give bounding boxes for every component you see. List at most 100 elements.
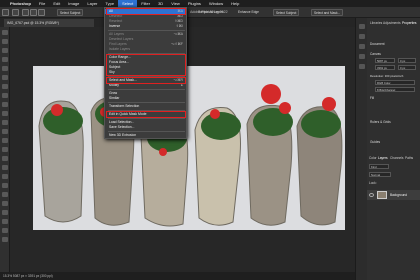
tool-button[interactable] (2, 120, 8, 125)
tool-button[interactable] (2, 210, 8, 215)
select-menu-dropdown: All ⌘A Deselect ⌘D Reselect ⇧⌘D Inverse ⇧⌘I All … (104, 7, 187, 139)
menu-3d[interactable]: 3D (154, 0, 167, 7)
visibility-eye-icon[interactable] (369, 193, 374, 197)
tool-button[interactable] (2, 111, 8, 116)
menu-item-inverse[interactable]: Inverse ⇧⌘I (109, 24, 185, 29)
menu-layer[interactable]: Layer (83, 0, 101, 7)
menu-item-label: All Layers (109, 32, 124, 36)
layer-thumbnail (377, 191, 387, 199)
menu-item-transform-selection[interactable]: Transform Selection (109, 104, 185, 109)
tool-button[interactable] (2, 156, 8, 161)
menu-item-save-selection[interactable]: Save Selection... (109, 125, 185, 130)
tool-button[interactable] (2, 192, 8, 197)
menu-image[interactable]: Image (64, 0, 83, 7)
layer-name: Background (390, 193, 408, 197)
tool-button[interactable] (2, 57, 8, 62)
menu-item-label: Load Selection... (109, 120, 135, 124)
menu-item-label: Similar (109, 96, 120, 100)
menu-separator (108, 30, 185, 31)
tab-adjustments[interactable]: Adjustments (383, 21, 401, 25)
tab-channels[interactable]: Channels (390, 156, 403, 160)
blend-mode-select[interactable]: Normal (369, 172, 391, 177)
menu-plugins[interactable]: Plugins (184, 0, 205, 7)
menu-item-label: Transform Selection (109, 104, 140, 108)
guides-label[interactable]: Guides (367, 140, 420, 144)
panel-strip-icon[interactable] (359, 24, 365, 29)
tool-button[interactable] (2, 102, 8, 107)
fill-label: Fill (370, 96, 375, 100)
height-field[interactable]: 3391 px (375, 65, 395, 70)
tool-button[interactable] (2, 39, 8, 44)
tab-properties[interactable]: Properties (402, 21, 417, 25)
canvas-section-label: Canvas (370, 52, 381, 56)
menu-item-similar[interactable]: Similar (109, 96, 185, 101)
document-label: Document (370, 42, 385, 46)
menu-edit[interactable]: Edit (49, 0, 64, 7)
document-tab[interactable]: IMG_6767.psd @ 15.3% (RGB/8*) (4, 19, 94, 27)
panel-strip-icon[interactable] (359, 54, 365, 59)
tool-button[interactable] (2, 201, 8, 206)
lock-label: Lock: (369, 181, 377, 185)
tool-button[interactable] (2, 30, 8, 35)
rulers-grids-label[interactable]: Rulers & Grids (367, 120, 420, 124)
y-field[interactable]: 0 px (398, 65, 416, 70)
menu-item-label: Find Layers (109, 42, 127, 46)
menu-help[interactable]: Help (227, 0, 243, 7)
tab-color[interactable]: Color (369, 156, 377, 160)
tool-button[interactable] (2, 66, 8, 71)
tool-button[interactable] (2, 165, 8, 170)
mode-select[interactable]: RGB Color (375, 80, 415, 85)
new-selection-icon[interactable] (22, 9, 29, 16)
menu-select[interactable]: Select (118, 0, 138, 7)
tab-libraries[interactable]: Libraries (370, 21, 382, 25)
menu-item-label: Grow (109, 91, 118, 95)
annotation-highlight-box (106, 54, 186, 76)
subtract-selection-icon[interactable] (38, 9, 45, 16)
status-bar: 15.3% 5087 px × 3391 px (300 ppi) (0, 272, 355, 280)
width-field[interactable]: 5087 px (375, 58, 395, 63)
select-subject-button[interactable]: Select Subject (273, 9, 300, 16)
panel-strip-icon[interactable] (359, 44, 365, 49)
resolution-label: Resolution: 300 pixels/inch (370, 74, 404, 78)
tab-layers[interactable]: Layers (378, 156, 388, 160)
quick-selection-tool-icon[interactable] (12, 9, 19, 16)
menu-separator (108, 102, 185, 103)
panel-strip-icon[interactable] (359, 34, 365, 39)
tool-button[interactable] (2, 138, 8, 143)
menu-filter[interactable]: Filter (137, 0, 154, 7)
tool-button[interactable] (2, 147, 8, 152)
menu-type[interactable]: Type (101, 0, 118, 7)
select-and-mask-button[interactable]: Select and Mask... (311, 9, 344, 16)
menu-app-name[interactable]: Photoshop (6, 0, 35, 7)
tool-button[interactable] (2, 237, 8, 242)
annotation-highlight-box (106, 8, 186, 15)
bit-depth-select[interactable]: 8 Bits/Channel (375, 87, 415, 92)
tab-paths[interactable]: Paths (405, 156, 413, 160)
tool-button[interactable] (2, 183, 8, 188)
x-field[interactable]: 0 px (398, 58, 416, 63)
add-to-selection-icon[interactable] (30, 9, 37, 16)
menu-item-shortcut: ⇧⌘I (175, 24, 183, 28)
menu-separator (108, 131, 185, 132)
tool-button[interactable] (2, 48, 8, 53)
menu-window[interactable]: Window (205, 0, 227, 7)
tool-button[interactable] (2, 228, 8, 233)
layer-kind-filter[interactable]: Kind (369, 164, 389, 169)
select-subject-dropdown[interactable]: Select Subject (57, 9, 84, 16)
tool-button[interactable] (2, 174, 8, 179)
menu-item-isolate-layers[interactable]: Isolate Layers (109, 47, 185, 52)
menu-separator (108, 89, 185, 90)
menu-item-label: Deselect Layers (109, 37, 134, 41)
menu-view[interactable]: View (167, 0, 184, 7)
tool-button[interactable] (2, 84, 8, 89)
menu-item-new-3d-extrusion[interactable]: New 3D Extrusion (109, 133, 185, 138)
tool-button[interactable] (2, 93, 8, 98)
home-icon[interactable] (2, 9, 9, 16)
tool-button[interactable] (2, 75, 8, 80)
tool-button[interactable] (2, 129, 8, 134)
enhance-edge-checkbox[interactable]: Enhance Edge (236, 9, 261, 16)
menu-file[interactable]: File (35, 0, 49, 7)
panel-strip-icon[interactable] (359, 64, 365, 69)
tool-button[interactable] (2, 219, 8, 224)
canvas-photo (33, 66, 345, 230)
